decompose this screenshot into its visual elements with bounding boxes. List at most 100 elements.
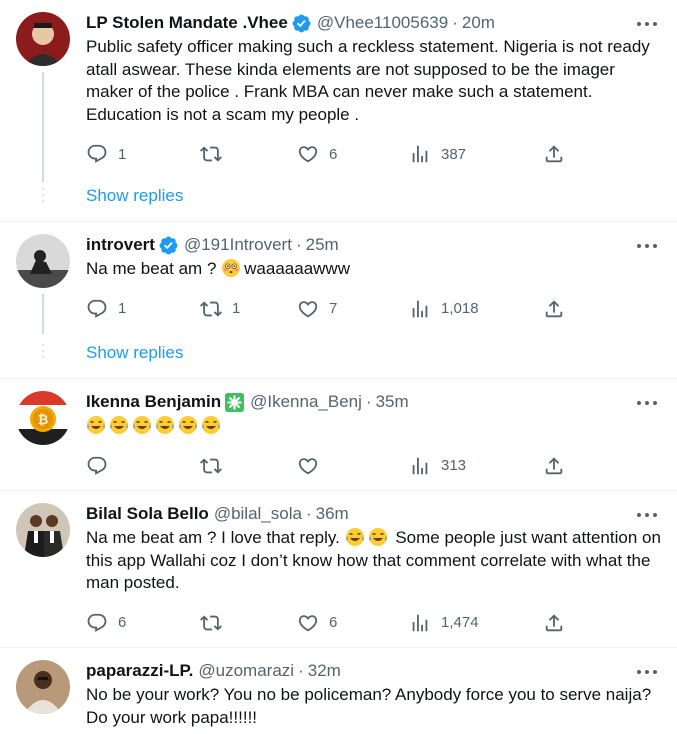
more-options-button[interactable] [635,238,659,254]
avatar[interactable] [16,234,70,288]
sparkle-icon [224,392,245,413]
tweet-text: Na me beat am ? I love that reply. Some … [86,527,661,595]
avatar[interactable] [16,660,70,714]
views-button[interactable]: 1,474 [409,612,543,634]
action-bar: 6 6 1,474 [86,603,661,643]
timestamp[interactable]: 36m [316,504,349,524]
like-button[interactable] [297,455,409,477]
views-button[interactable]: 1,018 [409,298,543,320]
like-count: 6 [329,145,338,163]
display-name[interactable]: introvert [86,235,155,255]
retweet-icon [200,143,222,165]
tweet-text: Na me beat am ? waaaaaawww [86,258,661,281]
timestamp[interactable]: 35m [376,392,409,412]
retweet-button[interactable] [200,612,297,634]
user-handle[interactable]: @Vhee11005639 [317,13,448,33]
reply-icon [86,298,108,320]
tweet[interactable]: Bilal Sola Bello @bilal_sola · 36m Na me… [0,491,677,648]
retweet-button[interactable] [200,455,297,477]
tweet[interactable]: ₿ Ikenna Benjamin @Ikenna_Benj · 35m 313 [0,379,677,491]
separator: · [365,392,372,411]
user-handle[interactable]: @uzomarazi [198,661,294,681]
separator: · [452,13,458,32]
more-options-button[interactable] [635,507,659,523]
more-icon [637,401,641,405]
reply-button[interactable]: 1 [86,143,200,165]
share-button[interactable] [543,143,565,165]
retweet-count: 1 [232,300,241,317]
display-name[interactable]: Ikenna Benjamin [86,392,221,412]
user-handle[interactable]: @191Introvert [184,235,292,255]
thread-dots [40,188,46,206]
display-name[interactable]: LP Stolen Mandate .Vhee [86,13,288,33]
share-icon [543,612,565,634]
retweet-icon [200,612,222,634]
reply-button[interactable] [86,455,200,477]
analytics-icon [409,143,431,165]
view-count: 313 [441,457,467,474]
share-icon [543,143,565,165]
tweet-text: No be your work? You no be policeman? An… [86,685,652,727]
timestamp[interactable]: 32m [308,661,341,681]
laughing-crying-emoji [178,415,198,435]
avatar[interactable] [16,503,70,557]
reply-icon [86,612,108,634]
retweet-icon [200,455,222,477]
retweet-button[interactable]: 1 [200,298,297,320]
laughing-crying-emoji [345,527,365,547]
show-replies-link[interactable]: Show replies [0,170,677,222]
retweet-button[interactable] [200,143,297,165]
action-bar: 1 6 387 [86,134,661,174]
more-options-button[interactable] [635,395,659,411]
laughing-crying-emoji [155,415,175,435]
laughing-crying-emoji [201,415,221,435]
laughing-crying-emoji [109,415,129,435]
tweet[interactable]: LP Stolen Mandate .Vhee @Vhee11005639 · … [0,0,677,202]
show-replies-link[interactable]: Show replies [0,327,677,379]
svg-text:₿: ₿ [38,413,49,428]
reply-button[interactable]: 6 [86,612,200,634]
display-name[interactable]: paparazzi-LP. [86,661,193,681]
tweet-text-part: waaaaaawww [244,259,350,278]
tweet[interactable]: paparazzi-LP. @uzomarazi · 32m No be you… [0,648,677,734]
share-icon [543,455,565,477]
reply-count: 1 [118,300,127,317]
share-button[interactable] [543,455,565,477]
user-handle[interactable]: @bilal_sola [214,504,302,524]
more-icon [637,670,641,674]
laughing-crying-emoji [132,415,152,435]
thread-line [42,294,44,334]
like-button[interactable]: 6 [297,612,409,634]
thread-dots [40,344,46,362]
laughing-crying-emoji [368,527,388,547]
share-button[interactable] [543,298,565,320]
timestamp[interactable]: 20m [462,13,495,33]
views-button[interactable]: 387 [409,143,543,165]
view-count: 1,018 [441,300,479,317]
display-name[interactable]: Bilal Sola Bello [86,504,209,524]
heart-icon [297,298,319,320]
more-options-button[interactable] [635,664,659,680]
analytics-icon [409,612,431,634]
more-icon [637,244,641,248]
share-button[interactable] [543,612,565,634]
flushed-face-emoji [221,258,241,278]
more-icon [637,22,641,26]
user-handle[interactable]: @Ikenna_Benj [250,392,362,412]
timestamp[interactable]: 25m [306,235,339,255]
reply-icon [86,455,108,477]
share-icon [543,298,565,320]
separator: · [305,504,312,523]
like-button[interactable]: 7 [297,298,409,320]
action-bar: 313 [86,446,661,486]
view-count: 1,474 [441,614,479,631]
reply-button[interactable]: 1 [86,298,200,320]
avatar[interactable] [16,12,70,66]
verified-icon [291,13,312,34]
tweet[interactable]: introvert @191Introvert · 25m Na me beat… [0,222,677,358]
avatar[interactable]: ₿ [16,391,70,445]
views-button[interactable]: 313 [409,455,543,477]
like-button[interactable]: 6 [297,143,409,165]
more-options-button[interactable] [635,16,659,32]
heart-icon [297,143,319,165]
